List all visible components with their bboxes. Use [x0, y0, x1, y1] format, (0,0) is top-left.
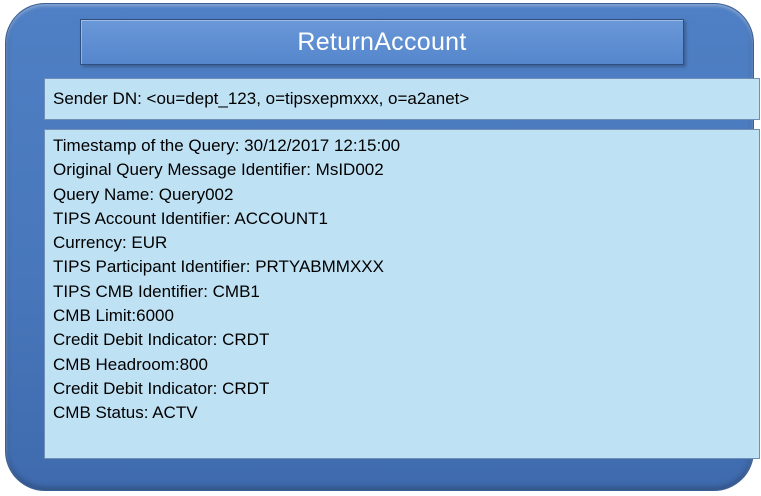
detail-line: CMB Limit:6000 [53, 306, 174, 326]
detail-line: TIPS CMB Identifier: CMB1 [53, 281, 260, 301]
message-card: ReturnAccount Sender DN: <ou=dept_123, o… [5, 3, 760, 491]
sender-dn: Sender DN: <ou=dept_123, o=tipsxepmxxx, … [53, 89, 470, 108]
detail-line: Original Query Message Identifier: MsID0… [53, 160, 384, 180]
details-box: Timestamp of the Query: 30/12/2017 12:15… [44, 129, 760, 459]
title-bar: ReturnAccount [80, 19, 684, 65]
detail-line: Timestamp of the Query: 30/12/2017 12:15… [53, 136, 401, 155]
detail-line: CMB Status: ACTV [53, 403, 198, 423]
detail-line: Currency: EUR [53, 233, 168, 253]
detail-line: CMB Headroom:800 [53, 354, 208, 374]
detail-line: Query Name: Query002 [53, 184, 234, 204]
detail-line: TIPS Participant Identifier: PRTYABMMXXX [53, 257, 384, 277]
sender-box: Sender DN: <ou=dept_123, o=tipsxepmxxx, … [44, 78, 760, 120]
detail-line: Credit Debit Indicator: CRDT [53, 330, 270, 350]
message-title: ReturnAccount [297, 27, 467, 56]
detail-line: Credit Debit Indicator: CRDT [53, 378, 270, 398]
detail-line: TIPS Account Identifier: ACCOUNT1 [53, 208, 328, 228]
